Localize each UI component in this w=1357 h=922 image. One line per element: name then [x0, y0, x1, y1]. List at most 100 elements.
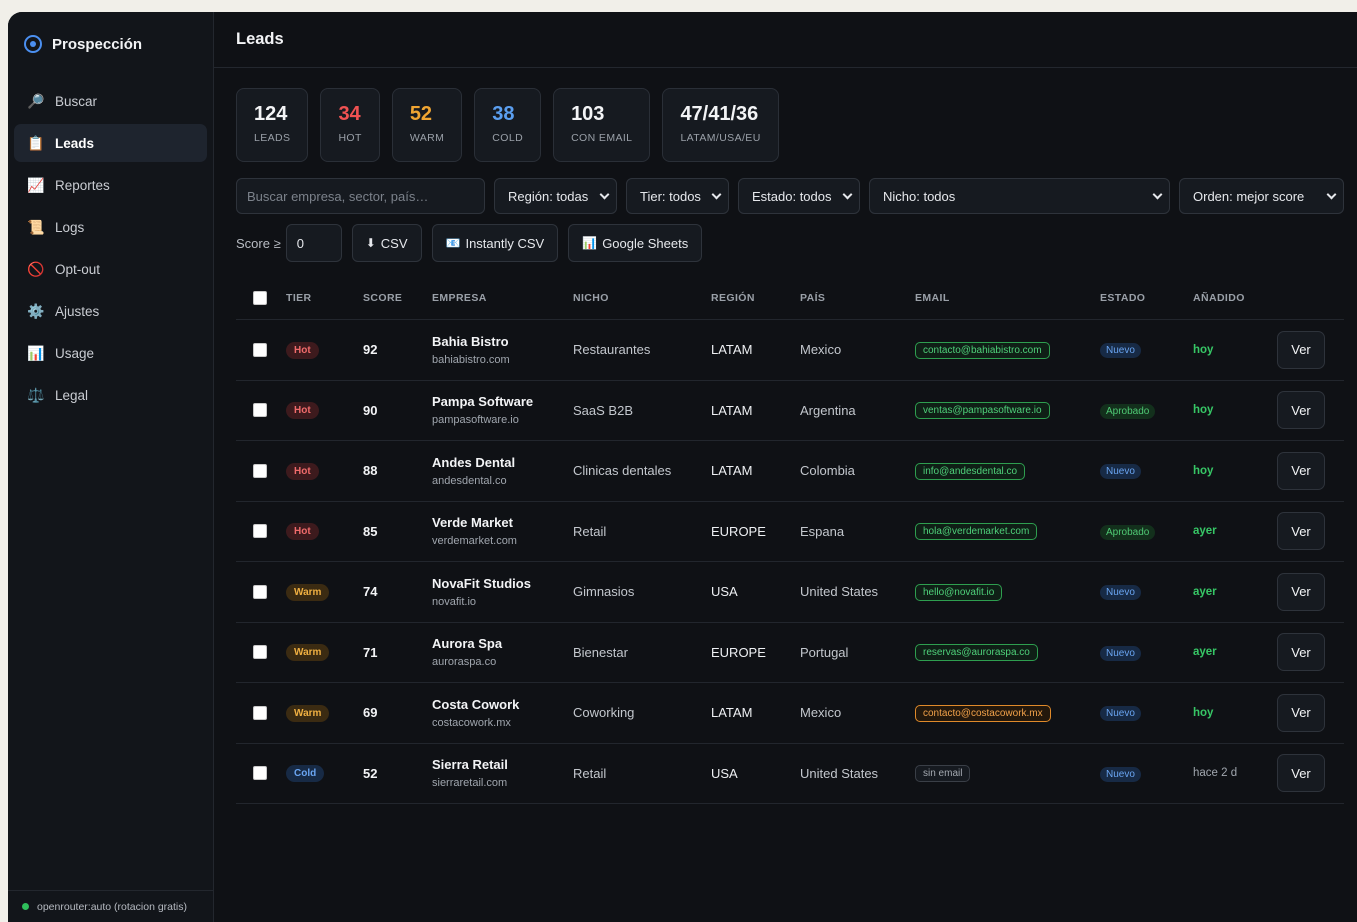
sidebar-item-logs[interactable]: 📜 Logs: [14, 208, 207, 246]
instantly-csv-label: Instantly CSV: [465, 235, 545, 251]
company-name: Costa Cowork: [432, 696, 520, 712]
nicho-select[interactable]: Nicho: todos: [869, 178, 1170, 214]
sidebar-item-legal[interactable]: ⚖️ Legal: [14, 376, 207, 414]
sidebar-item-label: Leads: [55, 135, 95, 151]
region-select[interactable]: Región: todas: [494, 178, 617, 214]
status-badge: Nuevo: [1100, 464, 1141, 480]
header-nicho[interactable]: NICHO: [573, 292, 711, 304]
header-score[interactable]: SCORE: [363, 292, 432, 304]
niche-value: Coworking: [573, 705, 635, 721]
stat-label: CON EMAIL: [571, 132, 633, 144]
header-region[interactable]: REGIÓN: [711, 292, 800, 304]
stat-value: 124: [254, 103, 288, 125]
stat-card: 47/41/36 LATAM/USA/EU: [662, 88, 779, 162]
tier-badge: Cold: [286, 765, 325, 783]
view-button[interactable]: Ver: [1277, 512, 1325, 551]
stat-value: 34: [338, 103, 361, 125]
stat-value: 38: [492, 103, 515, 125]
estado-select[interactable]: Estado: todos: [738, 178, 860, 214]
email-badge: hello@novafit.io: [915, 583, 1003, 601]
niche-value: Retail: [573, 523, 607, 539]
score-min-input[interactable]: 0: [285, 224, 342, 262]
status-badge: Nuevo: [1100, 706, 1141, 722]
google-sheets-button[interactable]: 📊 Google Sheets: [568, 224, 703, 262]
sidebar-item-buscar[interactable]: 🔎 Buscar: [14, 82, 207, 120]
sidebar-item-reportes[interactable]: 📈 Reportes: [14, 166, 207, 204]
row-checkbox[interactable]: [253, 584, 267, 599]
status-badge: Nuevo: [1100, 645, 1141, 661]
row-checkbox[interactable]: [253, 524, 267, 539]
select-all-checkbox[interactable]: [253, 290, 267, 305]
sidebar-item-label: Opt-out: [55, 261, 101, 277]
header-empresa[interactable]: EMPRESA: [432, 292, 573, 304]
sidebar-item-leads[interactable]: 📋 Leads: [14, 124, 207, 162]
view-button[interactable]: Ver: [1277, 330, 1325, 369]
score-value: 90: [363, 402, 378, 418]
row-checkbox[interactable]: [253, 766, 267, 781]
country-value: Portugal: [800, 644, 849, 660]
row-checkbox[interactable]: [253, 403, 267, 418]
score-value: 92: [363, 342, 378, 358]
tier-select[interactable]: Tier: todos: [626, 178, 729, 214]
csv-export-button[interactable]: ⬇ CSV: [351, 224, 422, 262]
row-checkbox[interactable]: [253, 463, 267, 478]
sidebar-item-opt-out[interactable]: 🚫 Opt-out: [14, 250, 207, 288]
header-tier[interactable]: TIER: [286, 292, 363, 304]
region-value: LATAM: [711, 705, 753, 721]
filters-row: Buscar empresa, sector, país… Región: to…: [236, 178, 1346, 214]
added-date: hoy: [1193, 343, 1214, 356]
stat-label: LEADS: [254, 132, 291, 144]
row-checkbox[interactable]: [253, 342, 267, 357]
clipboard-icon: 📋: [27, 134, 45, 151]
tier-badge: Warm: [286, 583, 330, 601]
view-button[interactable]: Ver: [1277, 754, 1325, 793]
header-anadido[interactable]: AÑADIDO: [1193, 292, 1277, 304]
sidebar-item-usage[interactable]: 📊 Usage: [14, 334, 207, 372]
app-window: Prospección 🔎 Buscar 📋 Leads 📈 Reportes 📜 L…: [8, 12, 1357, 922]
company-cell: Pampa Software pampasoftware.io: [432, 394, 573, 426]
tier-select-value: Tier: todos: [640, 188, 701, 204]
region-value: EUROPE: [711, 523, 766, 539]
scales-icon: ⚖️: [27, 386, 45, 403]
sidebar-item-label: Usage: [55, 345, 95, 361]
sidebar-item-ajustes[interactable]: ⚙️ Ajustes: [14, 292, 207, 330]
view-button[interactable]: Ver: [1277, 391, 1325, 430]
main-panel: Leads 124 LEADS 34 HOT 52 WARM 38 COLD 103 C…: [214, 12, 1357, 922]
view-button[interactable]: Ver: [1277, 693, 1325, 732]
score-value: 69: [363, 705, 378, 721]
stat-card: 34 HOT: [320, 88, 380, 162]
estado-select-value: Estado: todos: [752, 188, 832, 204]
added-date: ayer: [1193, 585, 1217, 598]
tier-badge: Warm: [286, 704, 330, 722]
sidebar-item-label: Reportes: [55, 177, 110, 193]
region-value: LATAM: [711, 342, 753, 358]
row-checkbox[interactable]: [253, 705, 267, 720]
row-checkbox[interactable]: [253, 645, 267, 660]
header-estado[interactable]: ESTADO: [1100, 292, 1193, 304]
order-select[interactable]: Orden: mejor score: [1179, 178, 1344, 214]
stat-label: HOT: [338, 132, 362, 144]
company-cell: Costa Cowork costacowork.mx: [432, 697, 573, 729]
target-icon: [24, 35, 42, 53]
view-button[interactable]: Ver: [1277, 633, 1325, 672]
bar-chart-icon: 📊: [27, 344, 45, 361]
chevron-down-icon: [1326, 189, 1337, 199]
region-value: LATAM: [711, 402, 753, 418]
actions-row: Score ≥ 0 ⬇ CSV 📧 Instantly CSV 📊 Google Sh…: [236, 224, 1346, 262]
sidebar-item-label: Buscar: [55, 93, 98, 109]
header-email[interactable]: EMAIL: [915, 292, 1100, 304]
instantly-csv-button[interactable]: 📧 Instantly CSV: [431, 224, 559, 262]
model-status: openrouter:auto (rotacion gratis): [8, 890, 213, 922]
view-button[interactable]: Ver: [1277, 572, 1325, 611]
country-value: Espana: [800, 523, 845, 539]
view-button[interactable]: Ver: [1277, 451, 1325, 490]
country-value: Mexico: [800, 705, 842, 721]
leads-table: TIER SCORE EMPRESA NICHO REGIÓN PAÍS EMA…: [236, 276, 1344, 804]
brand-title: Prospección: [52, 35, 143, 53]
header-pais[interactable]: PAÍS: [800, 292, 915, 304]
email-badge: reservas@auroraspa.co: [915, 644, 1038, 662]
score-value: 52: [363, 765, 378, 781]
table-row: Warm 74 NovaFit Studios novafit.io Gimna…: [236, 562, 1344, 623]
search-input[interactable]: Buscar empresa, sector, país…: [236, 178, 485, 214]
order-select-value: Orden: mejor score: [1193, 188, 1305, 204]
